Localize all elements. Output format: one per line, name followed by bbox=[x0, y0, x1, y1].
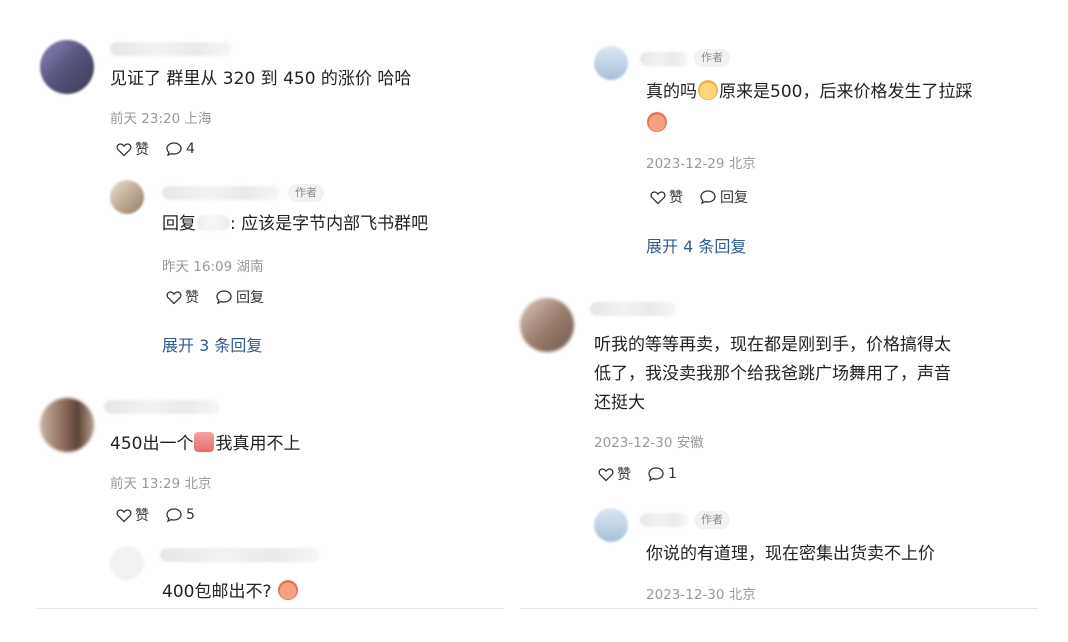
comment-actions: 赞 5 bbox=[116, 505, 211, 525]
reply-label: 回复 bbox=[720, 190, 748, 206]
avatar[interactable] bbox=[520, 298, 574, 352]
username-blurred[interactable] bbox=[162, 186, 280, 200]
comment-text-part: 我真用不上 bbox=[215, 434, 301, 454]
divider bbox=[36, 608, 504, 609]
reply-text-part: 真的吗 bbox=[646, 82, 697, 102]
avatar[interactable] bbox=[110, 180, 144, 214]
comment-bubble-icon bbox=[166, 142, 182, 157]
comment-text-line: 低了，我没卖我那个给我爸跳广场舞用了，声音 bbox=[594, 364, 951, 384]
username-blurred[interactable] bbox=[640, 513, 688, 527]
heart-icon bbox=[598, 467, 614, 481]
username-blurred[interactable] bbox=[160, 548, 320, 562]
mentioned-user-blurred[interactable] bbox=[196, 215, 230, 231]
comment-bubble-icon bbox=[648, 467, 664, 482]
username-blurred[interactable] bbox=[110, 42, 232, 56]
comment-text: 见证了 群里从 320 到 450 的涨价 哈哈 bbox=[110, 69, 412, 89]
reply-count: 4 bbox=[186, 141, 195, 157]
comment-text-line: 听我的等等再卖，现在都是刚到手，价格搞得太 bbox=[594, 335, 951, 355]
like-button[interactable]: 赞 bbox=[650, 187, 683, 207]
expand-replies-link[interactable]: 展开 3 条回复 bbox=[162, 332, 262, 356]
heart-icon bbox=[116, 142, 132, 156]
author-tag: 作者 bbox=[694, 511, 730, 529]
reply-text-line bbox=[646, 111, 668, 138]
comment-bubble-icon bbox=[700, 190, 716, 205]
reply-button[interactable]: 4 bbox=[165, 141, 195, 157]
avatar[interactable] bbox=[40, 398, 94, 452]
like-label: 赞 bbox=[135, 142, 149, 158]
avatar[interactable] bbox=[594, 508, 628, 542]
comment-meta: 2023-12-29 北京 bbox=[646, 156, 756, 172]
heart-icon bbox=[116, 508, 132, 522]
username-blurred[interactable] bbox=[640, 52, 688, 66]
reply-label: 回复 bbox=[236, 290, 264, 306]
divider bbox=[520, 608, 1038, 609]
username-blurred[interactable] bbox=[104, 400, 220, 414]
laughing-emoji-icon bbox=[698, 80, 718, 100]
reply-count: 5 bbox=[186, 507, 195, 523]
like-label: 赞 bbox=[135, 508, 149, 524]
comment-meta: 前天 13:29 北京 bbox=[110, 476, 212, 492]
reply-button[interactable]: 回复 bbox=[699, 187, 748, 207]
reply-text: 400包邮出不? bbox=[162, 579, 299, 606]
reply-text: 回复 : 应该是字节内部飞书群吧 bbox=[162, 211, 428, 238]
like-label: 赞 bbox=[617, 467, 631, 483]
comment-actions: 赞 1 bbox=[598, 464, 693, 484]
avatar[interactable] bbox=[40, 40, 94, 94]
like-button[interactable]: 赞 bbox=[598, 464, 631, 484]
reply-text: 真的吗 原来是500，后来价格发生了拉踩 bbox=[646, 79, 972, 106]
like-button[interactable]: 赞 bbox=[116, 505, 149, 525]
comment-text: 450出一个 我真用不上 bbox=[110, 431, 300, 458]
author-tag: 作者 bbox=[288, 184, 324, 202]
reply-text-part: 原来是500，后来价格发生了拉踩 bbox=[719, 82, 973, 102]
avatar[interactable] bbox=[594, 46, 628, 80]
like-label: 赞 bbox=[669, 190, 683, 206]
like-label: 赞 bbox=[185, 290, 199, 306]
comment-meta: 昨天 16:09 湖南 bbox=[162, 259, 264, 275]
like-button[interactable]: 赞 bbox=[116, 139, 149, 159]
reply-body: : 应该是字节内部飞书群吧 bbox=[230, 214, 429, 234]
peach-face-emoji-icon bbox=[277, 580, 298, 600]
reply-button[interactable]: 5 bbox=[165, 507, 195, 523]
reply-count: 1 bbox=[668, 466, 677, 482]
comment-meta: 2023-12-30 北京 bbox=[646, 587, 756, 603]
comment-bubble-icon bbox=[216, 290, 232, 305]
author-tag: 作者 bbox=[694, 49, 730, 67]
like-button[interactable]: 赞 bbox=[166, 287, 199, 307]
username-blurred[interactable] bbox=[590, 302, 676, 316]
expand-replies-link[interactable]: 展开 4 条回复 bbox=[646, 233, 746, 257]
comment-actions: 赞 回复 bbox=[166, 287, 280, 307]
heart-icon bbox=[166, 290, 182, 304]
crying-emoji-icon bbox=[194, 432, 215, 452]
comment-meta: 前天 23:20 上海 bbox=[110, 111, 212, 127]
comment-actions: 赞 4 bbox=[116, 139, 211, 159]
peach-face-emoji-icon bbox=[647, 112, 667, 132]
avatar[interactable] bbox=[110, 546, 144, 580]
comment-meta: 2023-12-30 安徽 bbox=[594, 435, 704, 451]
reply-body: 400包邮出不? bbox=[162, 582, 272, 602]
heart-icon bbox=[650, 190, 666, 204]
reply-prefix: 回复 bbox=[162, 214, 196, 234]
reply-button[interactable]: 1 bbox=[647, 466, 677, 482]
comment-actions: 赞 回复 bbox=[650, 187, 764, 207]
comment-bubble-icon bbox=[166, 508, 182, 523]
comment-text-part: 450出一个 bbox=[110, 434, 194, 454]
comment-text-line: 还挺大 bbox=[594, 393, 645, 413]
reply-button[interactable]: 回复 bbox=[215, 287, 264, 307]
reply-text: 你说的有道理，现在密集出货卖不上价 bbox=[646, 544, 935, 564]
